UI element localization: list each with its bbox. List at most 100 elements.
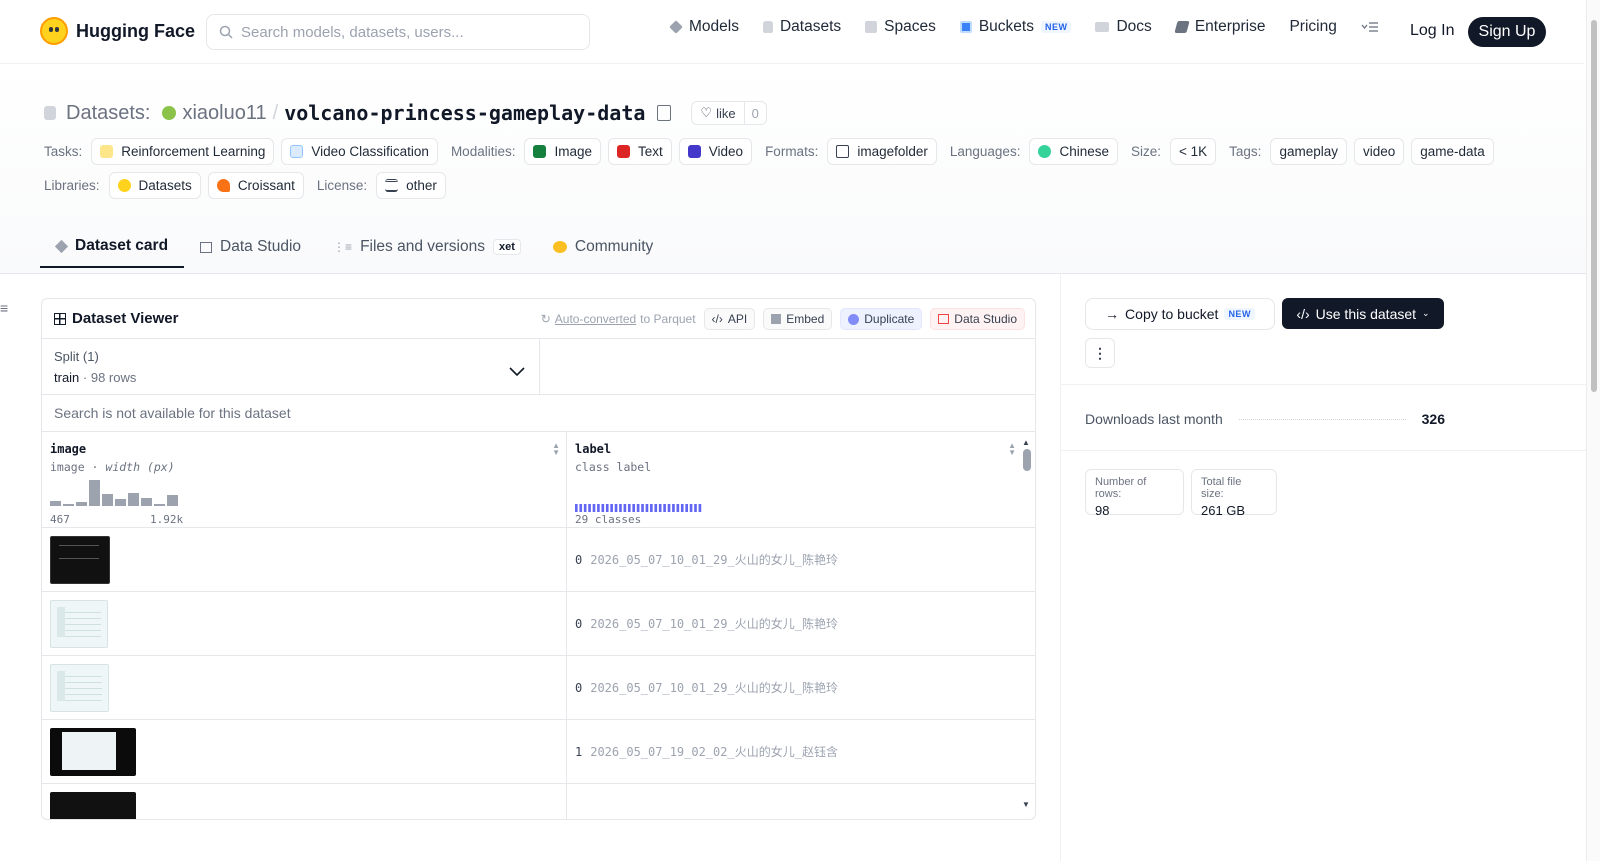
tab-community[interactable]: Community — [537, 226, 669, 268]
thumb-detail — [57, 607, 101, 637]
tab-data-studio[interactable]: Data Studio — [184, 226, 317, 268]
column-header-image[interactable]: image image · width (px) 467 1.92k ▲ ▼ — [42, 432, 567, 527]
tag-license[interactable]: other — [376, 172, 446, 199]
brand-logo[interactable]: Hugging Face — [40, 17, 195, 45]
tab-label: Community — [574, 238, 654, 255]
repo-name[interactable]: volcano-princess-gameplay-data — [284, 101, 645, 125]
repo-type-label[interactable]: Datasets: — [66, 102, 150, 125]
arrow-right-icon: → — [1105, 306, 1120, 322]
scroll-up-icon[interactable]: ▲ — [1022, 438, 1036, 447]
croissant-icon — [216, 179, 230, 192]
column-header-label[interactable]: label class label 29 classes ▲ ▼ — [567, 432, 1022, 527]
nav-enterprise[interactable]: Enterprise — [1174, 18, 1265, 36]
tag-game-data[interactable]: game-data — [1411, 138, 1494, 165]
tag-modality-video[interactable]: Video — [678, 138, 753, 165]
table-row[interactable]: 0 2026_05_07_10_01_29_火山的女儿_陈艳玲 — [42, 592, 1035, 656]
api-button[interactable]: ‹/› API — [703, 308, 756, 330]
use-dataset-label: Use this dataset — [1315, 305, 1417, 322]
tag-label: Video — [708, 144, 744, 159]
class-segment — [676, 504, 680, 512]
like-button[interactable]: ♡ like 0 — [691, 101, 767, 125]
tag-language-chinese[interactable]: Chinese — [1029, 138, 1118, 165]
docs-icon — [1095, 22, 1110, 32]
nav-models[interactable]: Models — [669, 18, 739, 36]
auto-converted-link[interactable]: Auto-converted — [555, 312, 636, 326]
tag-label: Video Classification — [311, 144, 429, 159]
sort-icon[interactable]: ▲ ▼ — [552, 442, 560, 457]
table-row[interactable]: 0 2026_05_07_10_01_29_火山的女儿_陈艳玲 — [42, 656, 1035, 720]
class-label: 2026_05_07_10_01_29_火山的女儿_陈艳玲 — [590, 681, 838, 695]
copy-to-bucket-button[interactable]: → Copy to bucket NEW — [1085, 298, 1275, 330]
table-scrollbar[interactable]: ▲ ▼ — [1022, 438, 1036, 810]
use-this-dataset-button[interactable]: ‹/› Use this dataset ⌄ — [1282, 298, 1444, 329]
downloads-stat: Downloads last month 326 — [1085, 411, 1445, 427]
tag-size[interactable]: < 1K — [1170, 138, 1217, 165]
class-segment — [645, 504, 649, 512]
class-segment — [605, 504, 609, 512]
nav-buckets[interactable]: Buckets NEW — [959, 18, 1072, 36]
meta-row-1: Tasks: Reinforcement Learning Video Clas… — [44, 138, 1494, 165]
signup-button[interactable]: Sign Up — [1468, 17, 1546, 47]
tag-modality-text[interactable]: Text — [608, 138, 672, 165]
hugging-face-logo-icon — [40, 17, 68, 45]
globe-icon — [1038, 145, 1052, 158]
table-row[interactable]: 1 2026_05_07_19_02_02_火山的女儿_赵钰含 — [42, 720, 1035, 784]
class-segment — [583, 504, 587, 512]
scroll-down-icon[interactable]: ▼ — [1022, 800, 1030, 809]
user-avatar — [162, 106, 177, 120]
rows-value: 98 — [1095, 503, 1110, 518]
class-segment — [654, 504, 658, 512]
histogram-bar — [63, 504, 74, 506]
image-thumbnail[interactable] — [50, 600, 108, 648]
sort-icon[interactable]: ▲ ▼ — [1008, 442, 1016, 457]
nav-buckets-label: Buckets — [978, 18, 1034, 35]
tag-video[interactable]: video — [1353, 138, 1405, 165]
tag-gameplay[interactable]: gameplay — [1270, 138, 1347, 165]
duplicate-button[interactable]: Duplicate — [840, 308, 923, 330]
data-studio-button[interactable]: Data Studio — [930, 308, 1025, 330]
copy-icon[interactable] — [657, 105, 672, 121]
histogram-bar — [154, 504, 165, 506]
toc-toggle-icon[interactable]: ≡ — [0, 300, 8, 316]
histogram-bar — [76, 502, 87, 506]
chevron-down-icon — [509, 367, 525, 377]
image-thumbnail[interactable] — [50, 792, 136, 819]
tag-label: imagefolder — [857, 144, 928, 159]
login-link[interactable]: Log In — [1410, 22, 1454, 40]
nav-pricing[interactable]: Pricing — [1289, 18, 1336, 36]
search-input[interactable]: Search models, datasets, users... — [206, 14, 590, 50]
tab-dataset-card[interactable]: Dataset card — [40, 226, 185, 268]
nav-spaces[interactable]: Spaces — [865, 18, 936, 36]
class-index: 0 — [575, 552, 583, 567]
repo-owner[interactable]: xiaoluo11 — [182, 102, 266, 125]
more-menu-icon[interactable] — [1361, 21, 1379, 33]
image-thumbnail[interactable] — [50, 728, 136, 776]
class-segment — [641, 504, 644, 512]
tag-label: Datasets — [138, 178, 192, 193]
class-label: 2026_05_07_19_02_02_火山的女儿_赵钰含 — [590, 745, 838, 759]
more-options-button[interactable]: ⋮ — [1085, 338, 1115, 368]
tag-format-imagefolder[interactable]: imagefolder — [827, 138, 937, 165]
tag-task-video-classification[interactable]: Video Classification — [281, 138, 438, 165]
page-scrollbar[interactable] — [1586, 0, 1600, 861]
tag-library-croissant[interactable]: Croissant — [207, 172, 304, 199]
table-row[interactable]: 0 2026_05_07_10_01_29_火山的女儿_陈艳玲 — [42, 528, 1035, 592]
nav-datasets[interactable]: Datasets — [762, 18, 841, 36]
brand-name: Hugging Face — [76, 20, 196, 41]
class-segment — [650, 504, 653, 512]
tag-modality-image[interactable]: Image — [524, 138, 601, 165]
size-label: Size: — [1130, 144, 1161, 159]
table-row[interactable] — [42, 784, 1035, 819]
table-scroll-thumb[interactable] — [1023, 449, 1031, 471]
tag-task-rl[interactable]: Reinforcement Learning — [91, 138, 275, 165]
embed-button[interactable]: Embed — [763, 308, 833, 330]
nav-docs[interactable]: Docs — [1095, 18, 1152, 36]
image-thumbnail[interactable] — [50, 664, 109, 712]
data-studio-icon — [938, 314, 950, 324]
class-segment — [627, 504, 631, 512]
tab-files-and-versions[interactable]: ⋮≡ Files and versions xet — [317, 226, 537, 268]
tag-library-datasets[interactable]: Datasets — [108, 172, 201, 199]
page-scroll-thumb[interactable] — [1591, 20, 1597, 392]
split-dropdown[interactable]: Split (1) train · 98 rows — [42, 339, 540, 394]
image-thumbnail[interactable] — [50, 536, 110, 584]
